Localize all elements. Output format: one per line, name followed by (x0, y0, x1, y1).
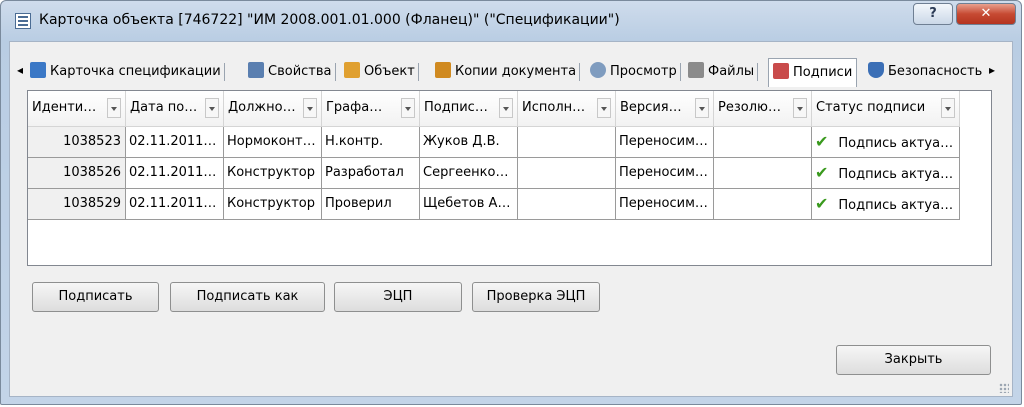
tab-preview[interactable]: Просмотр (590, 60, 681, 84)
dialog-content: ◂ Карточка спецификации Свойства Объект … (9, 41, 1013, 397)
column-header-id[interactable]: Иденти… (28, 91, 126, 127)
filter-dropdown-icon[interactable] (401, 98, 415, 118)
tab-scroll-left-icon[interactable]: ◂ (17, 63, 23, 77)
tab-document-copies[interactable]: Копии документа (435, 60, 581, 84)
cell-version: Переносим… (616, 158, 714, 189)
cell-date: 02.11.2011… (126, 158, 224, 189)
tab-security[interactable]: Безопасность (868, 60, 982, 84)
column-header-executor[interactable]: Исполн… (518, 91, 616, 127)
tab-label: Копии документа (455, 64, 577, 79)
card-icon (30, 62, 46, 78)
tab-files[interactable]: Файлы (688, 60, 759, 84)
cell-date: 02.11.2011… (126, 127, 224, 158)
filter-dropdown-icon[interactable] (793, 98, 807, 118)
cell-resolution (714, 189, 812, 220)
magnifier-icon (590, 62, 606, 78)
column-header-signer[interactable]: Подпис… (420, 91, 518, 127)
tab-label: Файлы (708, 64, 755, 79)
tab-signatures[interactable]: Подписи (768, 58, 858, 87)
cell-field: Н.контр. (322, 127, 420, 158)
cell-version: Переносим… (616, 189, 714, 220)
filter-dropdown-icon[interactable] (499, 98, 513, 118)
column-header-field[interactable]: Графа… (322, 91, 420, 127)
cell-version: Переносим… (616, 127, 714, 158)
tab-label: Безопасность (888, 64, 983, 79)
column-header-status[interactable]: Статус подписи (812, 91, 960, 127)
properties-icon (248, 62, 264, 78)
sign-button[interactable]: Подписать (32, 282, 159, 312)
cell-field: Разработал (322, 158, 420, 189)
sign-as-button[interactable]: Подписать как (170, 282, 325, 312)
column-header-version[interactable]: Версия… (616, 91, 714, 127)
filter-dropdown-icon[interactable] (107, 98, 121, 118)
tab-label: Свойства (268, 64, 332, 79)
cell-field: Проверил (322, 189, 420, 220)
cell-id: 1038526 (28, 158, 126, 189)
cell-signer: Жуков Д.В. (420, 127, 518, 158)
help-button[interactable]: ? (913, 3, 953, 25)
tab-object[interactable]: Объект (344, 60, 419, 84)
cell-id: 1038523 (28, 127, 126, 158)
cell-id: 1038529 (28, 189, 126, 220)
cell-position: Конструктор (224, 158, 322, 189)
filter-dropdown-icon[interactable] (205, 98, 219, 118)
files-icon (688, 62, 704, 78)
signature-icon (773, 63, 789, 79)
cell-status: ✔ Подпись актуа… (812, 158, 960, 189)
check-icon: ✔ (815, 163, 829, 182)
cell-resolution (714, 158, 812, 189)
tab-properties[interactable]: Свойства (248, 60, 335, 84)
tab-specification-card[interactable]: Карточка спецификации (30, 60, 225, 84)
cell-status: ✔ Подпись актуа… (812, 189, 960, 220)
check-icon: ✔ (815, 132, 829, 151)
filter-dropdown-icon[interactable] (597, 98, 611, 118)
tab-label: Просмотр (610, 64, 677, 79)
filter-dropdown-icon[interactable] (941, 98, 955, 118)
signatures-table[interactable]: Иденти… Дата по… Должно… Графа… Подпис… … (27, 90, 992, 266)
dialog-window: Карточка объекта [746722] "ИМ 2008.001.0… (0, 0, 1022, 405)
tab-label: Карточка спецификации (50, 64, 221, 79)
column-header-position[interactable]: Должно… (224, 91, 322, 127)
tab-label: Подписи (793, 65, 853, 80)
window-icon (15, 13, 31, 29)
ecp-button[interactable]: ЭЦП (334, 282, 462, 312)
object-icon (344, 62, 360, 78)
resize-grip-icon[interactable] (999, 383, 1009, 393)
window-title: Карточка объекта [746722] "ИМ 2008.001.0… (39, 12, 620, 28)
column-header-date[interactable]: Дата по… (126, 91, 224, 127)
cell-status: ✔ Подпись актуа… (812, 127, 960, 158)
tab-scroll-right-icon[interactable]: ▸ (989, 63, 995, 77)
check-icon: ✔ (815, 194, 829, 213)
cell-date: 02.11.2011… (126, 189, 224, 220)
column-header-resolution[interactable]: Резолю… (714, 91, 812, 127)
filter-dropdown-icon[interactable] (695, 98, 709, 118)
filter-dropdown-icon[interactable] (303, 98, 317, 118)
title-bar[interactable]: Карточка объекта [746722] "ИМ 2008.001.0… (1, 1, 1021, 41)
cell-executor (518, 189, 616, 220)
cell-executor (518, 127, 616, 158)
cell-signer: Щебетов А… (420, 189, 518, 220)
cell-executor (518, 158, 616, 189)
cell-resolution (714, 127, 812, 158)
copies-icon (435, 62, 451, 78)
tab-strip: ◂ Карточка спецификации Свойства Объект … (10, 54, 1012, 90)
check-ecp-button[interactable]: Проверка ЭЦП (472, 282, 600, 312)
cell-position: Нормоконт… (224, 127, 322, 158)
tab-label: Объект (364, 64, 415, 79)
close-button[interactable]: Закрыть (836, 345, 991, 375)
window-close-button[interactable]: ✕ (956, 3, 1016, 25)
cell-position: Конструктор (224, 189, 322, 220)
cell-signer: Сергеенко… (420, 158, 518, 189)
shield-icon (868, 62, 884, 78)
